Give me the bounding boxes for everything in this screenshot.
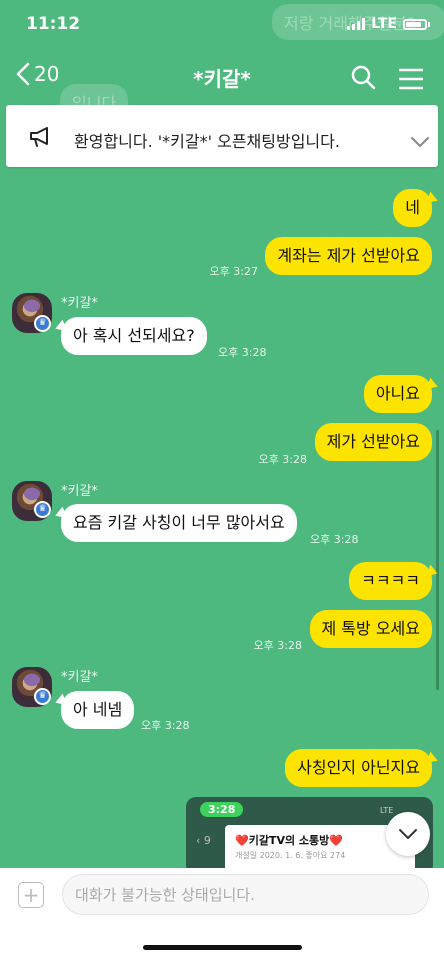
message-input[interactable]: 대화가 불가능한 상태입니다. — [62, 874, 429, 915]
their-message[interactable]: 아 네넴 — [61, 691, 135, 729]
my-message[interactable]: 제 톡방 오세요 — [309, 610, 432, 648]
plus-icon[interactable]: + — [18, 882, 44, 908]
sender-name: *키갈* — [61, 296, 98, 311]
chevron-down-icon[interactable] — [410, 133, 430, 152]
message-time: 오후 3:28 — [258, 453, 307, 466]
sender-name: *키갈* — [61, 670, 98, 685]
my-message[interactable]: 제가 선받아요 — [314, 423, 432, 461]
message-time: 오후 3:28 — [310, 533, 359, 546]
search-button[interactable] — [350, 64, 376, 94]
shared-screenshot-status: LTE — [380, 806, 394, 815]
shared-card-title: ❤️키갈TV의 소통방❤️ — [235, 834, 343, 847]
scroll-down-button[interactable] — [386, 812, 430, 856]
menu-button[interactable] — [398, 68, 424, 94]
shared-screenshot-time: 3:28 — [200, 802, 244, 817]
notice-text: 환영합니다. '*키갈*' 오픈채팅방입니다. — [74, 132, 340, 151]
hamburger-menu-icon — [399, 68, 423, 90]
chevron-down-icon — [399, 829, 417, 839]
their-message[interactable]: 아 혹시 선되세요? — [61, 317, 207, 355]
shared-screenshot-back: ‹ 9 — [196, 834, 211, 847]
scrollbar[interactable] — [436, 430, 439, 690]
notice-banner[interactable]: 환영합니다. '*키갈*' 오픈채팅방입니다. — [6, 105, 438, 167]
megaphone-icon — [28, 126, 54, 152]
message-time: 오후 3:28 — [253, 639, 302, 652]
search-icon — [351, 65, 376, 90]
my-message[interactable]: 네 — [393, 189, 432, 227]
my-message[interactable]: 계좌는 제가 선받아요 — [265, 237, 432, 275]
my-message[interactable]: 아니요 — [363, 375, 432, 413]
shared-card-subtitle: 개설일 2020. 1. 6. 좋아요 274 — [235, 851, 346, 860]
their-message[interactable]: 요즘 키갈 사칭이 너무 많아서요 — [61, 504, 297, 542]
my-message[interactable]: ㅋㅋㅋㅋ — [349, 562, 432, 600]
message-time: 오후 3:27 — [209, 265, 258, 278]
message-time: 오후 3:28 — [141, 719, 190, 732]
status-time: 11:12 — [26, 14, 81, 34]
chat-title: *키갈* — [193, 67, 251, 91]
crown-icon: ♛ — [34, 315, 51, 332]
sender-name: *키갈* — [61, 484, 98, 499]
background-ghost-message: 저랑 거래해주실분? — [272, 4, 444, 40]
crown-icon: ♛ — [34, 501, 51, 518]
home-indicator[interactable] — [143, 945, 302, 950]
crown-icon: ♛ — [34, 688, 51, 705]
my-message[interactable]: 사칭인지 아닌지요 — [285, 749, 432, 787]
message-time: 오후 3:28 — [218, 346, 267, 359]
